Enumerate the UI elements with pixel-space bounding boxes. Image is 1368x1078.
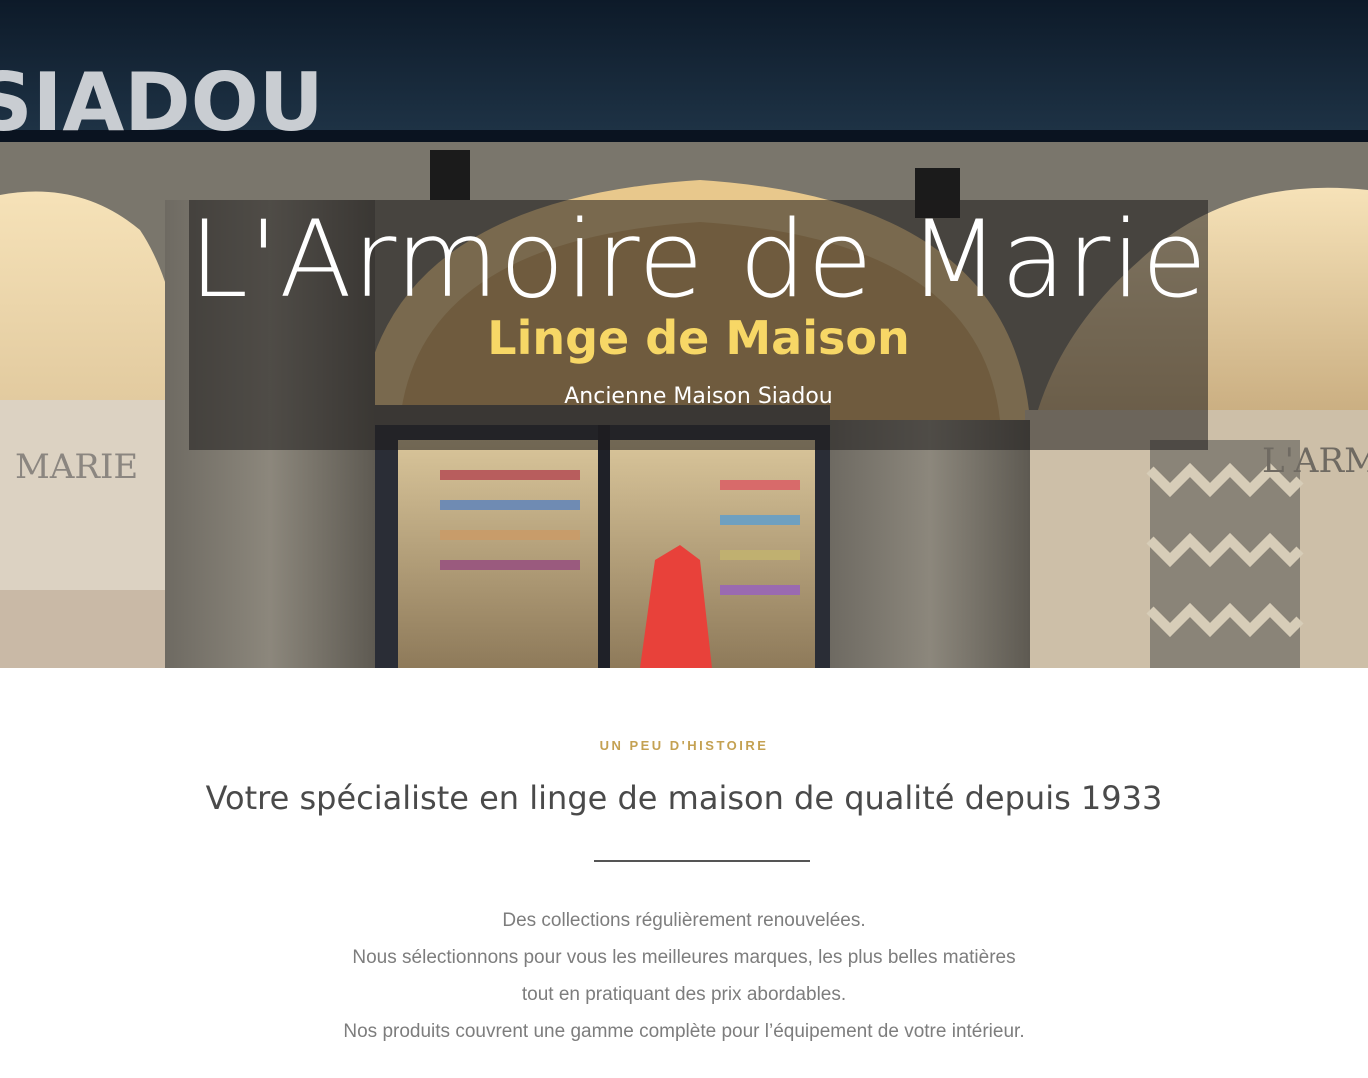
history-section: UN PEU D'HISTOIRE Votre spécialiste en l… (0, 668, 1368, 1078)
site-tagline: Ancienne Maison Siadou (564, 384, 833, 409)
section-headline: Votre spécialiste en linge de maison de … (205, 779, 1163, 817)
body-line: Nos produits couvrent une gamme complète… (343, 1021, 1025, 1042)
body-line: Des collections régulièrement renouvelée… (502, 910, 866, 931)
section-divider (594, 860, 810, 862)
site-subtitle: Linge de Maison (487, 311, 910, 365)
hero-banner: SIADOU MARIE L'ARM L'Armoire de Marie Li… (0, 0, 1368, 668)
window-sign-left: MARIE (15, 447, 138, 487)
storefront-sign: SIADOU (0, 56, 324, 149)
hero-text-panel: L'Armoire de Marie Linge de Maison Ancie… (189, 200, 1208, 450)
window-sign-right: L'ARM (1262, 441, 1368, 481)
body-line: Nous sélectionnons pour vous les meilleu… (352, 947, 1016, 968)
site-title: L'Armoire de Marie (189, 198, 1208, 321)
body-line: tout en pratiquant des prix abordables. (521, 984, 847, 1005)
section-eyebrow: UN PEU D'HISTOIRE (599, 738, 769, 753)
section-body: Des collections régulièrement renouvelée… (0, 906, 1368, 1054)
